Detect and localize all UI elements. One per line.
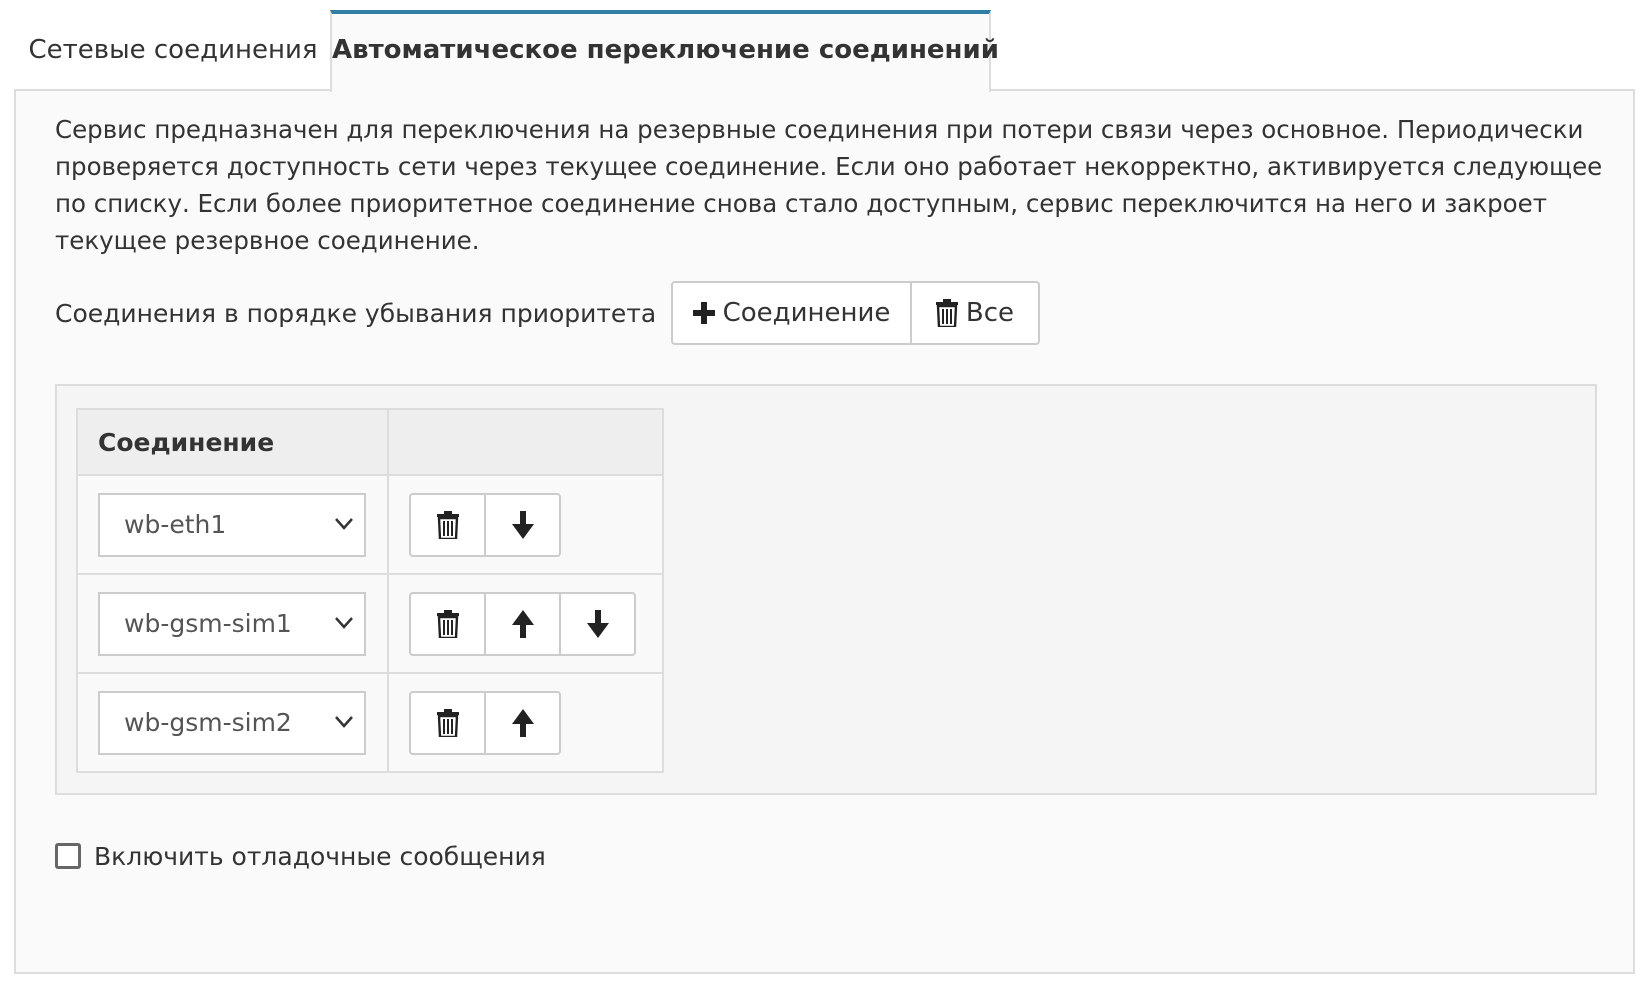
connections-table-well: Соединение wb-eth1 wb-gsm-sim1 wb-gsm-si… bbox=[55, 384, 1597, 795]
delete-row-button[interactable] bbox=[409, 591, 486, 656]
trash-icon bbox=[436, 708, 459, 737]
trash-icon bbox=[935, 299, 958, 327]
connections-table: Соединение wb-eth1 wb-gsm-sim1 wb-gsm-si… bbox=[76, 408, 664, 773]
chevron-down-icon bbox=[335, 517, 353, 530]
table-row: wb-gsm-sim1 bbox=[76, 573, 664, 674]
move-down-button[interactable] bbox=[484, 492, 561, 557]
arrow-down-icon bbox=[586, 609, 609, 638]
table-cell: wb-eth1 bbox=[76, 474, 389, 575]
delete-all-button[interactable]: Все bbox=[912, 281, 1040, 345]
move-up-button[interactable] bbox=[484, 690, 561, 755]
row-action-buttons bbox=[409, 591, 662, 656]
plus-icon bbox=[692, 302, 715, 324]
arrow-up-icon bbox=[511, 708, 534, 737]
row-action-buttons bbox=[409, 690, 662, 755]
delete-row-button[interactable] bbox=[409, 690, 486, 755]
table-row: wb-eth1 bbox=[76, 474, 664, 575]
table-cell bbox=[387, 573, 664, 674]
table-row: wb-gsm-sim2 bbox=[76, 672, 664, 773]
connection-select[interactable]: wb-eth1 bbox=[98, 492, 366, 557]
move-up-button[interactable] bbox=[484, 591, 561, 656]
connection-select-value: wb-eth1 bbox=[124, 509, 227, 539]
chevron-down-icon bbox=[335, 715, 353, 728]
arrow-down-icon bbox=[511, 510, 534, 539]
service-description: Сервис предназначен для переключения на … bbox=[55, 115, 1603, 255]
delete-row-button[interactable] bbox=[409, 492, 486, 557]
arrow-up-icon bbox=[511, 609, 534, 638]
table-cell: wb-gsm-sim2 bbox=[76, 672, 389, 773]
debug-messages-checkbox[interactable] bbox=[55, 843, 81, 869]
tab-panel: Сервис предназначен для переключения на … bbox=[14, 89, 1635, 974]
add-connection-label: Соединение bbox=[722, 298, 891, 328]
chevron-down-icon bbox=[335, 616, 353, 629]
priority-label: Соединения в порядке убывания приоритета bbox=[55, 299, 657, 328]
tab-network-connections[interactable]: Сетевые соединения bbox=[14, 10, 332, 90]
connection-select[interactable]: wb-gsm-sim2 bbox=[98, 690, 366, 755]
connection-select[interactable]: wb-gsm-sim1 bbox=[98, 591, 366, 656]
debug-messages-label[interactable]: Включить отладочные сообщения bbox=[94, 842, 546, 871]
table-cell: wb-gsm-sim1 bbox=[76, 573, 389, 674]
column-header-actions bbox=[387, 408, 664, 476]
tab-bar: Сетевые соединения Автоматическое перекл… bbox=[0, 0, 1643, 92]
table-header-row: Соединение bbox=[76, 408, 664, 476]
column-header-connection: Соединение bbox=[76, 408, 389, 476]
trash-icon bbox=[436, 609, 459, 638]
move-down-button[interactable] bbox=[559, 591, 636, 656]
connection-select-value: wb-gsm-sim2 bbox=[124, 707, 292, 737]
debug-option: Включить отладочные сообщения bbox=[55, 836, 546, 876]
add-connection-button[interactable]: Соединение bbox=[671, 281, 912, 345]
tab-auto-switch-connections[interactable]: Автоматическое переключение соединений bbox=[330, 10, 999, 92]
connection-select-value: wb-gsm-sim1 bbox=[124, 608, 292, 638]
priority-button-group: Соединение Все bbox=[671, 281, 1040, 345]
trash-icon bbox=[436, 510, 459, 539]
delete-all-label: Все bbox=[965, 298, 1015, 328]
table-cell bbox=[387, 474, 664, 575]
row-action-buttons bbox=[409, 492, 662, 557]
table-cell bbox=[387, 672, 664, 773]
